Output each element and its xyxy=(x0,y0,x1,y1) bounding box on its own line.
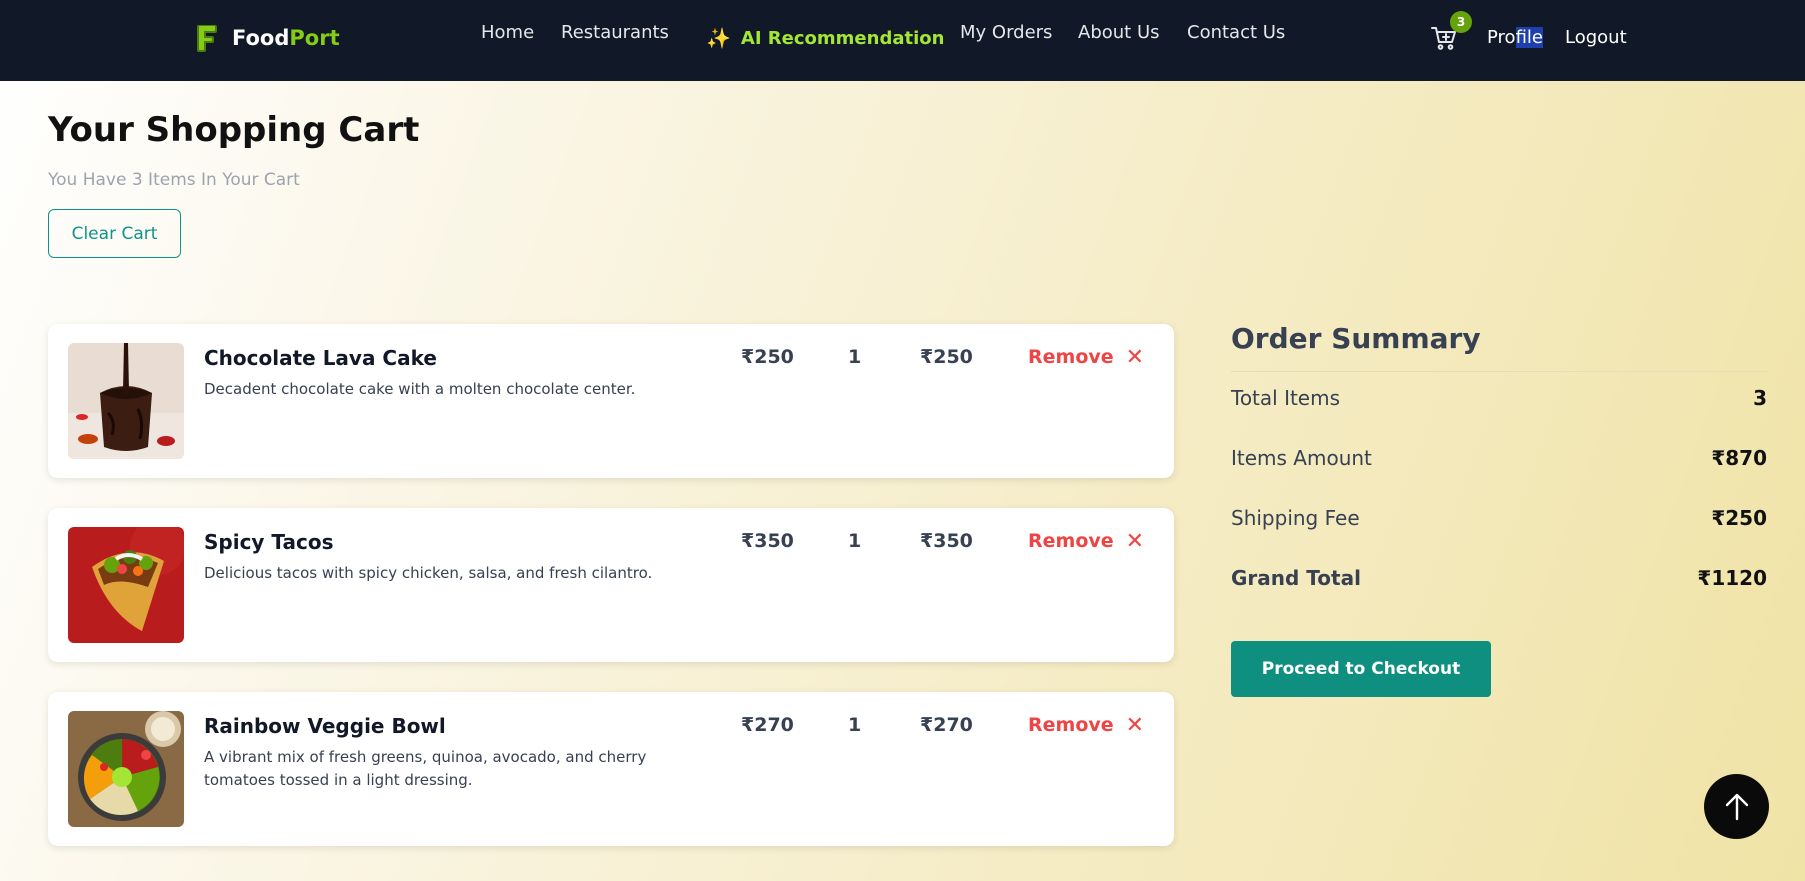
item-total-price: ₹270 xyxy=(920,714,973,736)
item-quantity: 1 xyxy=(848,346,862,368)
chocolate-lava-cake-image xyxy=(68,343,184,459)
nav-profile[interactable]: Profile xyxy=(1487,27,1543,48)
remove-item-button[interactable]: Remove ✕ xyxy=(1028,714,1144,736)
nav-ai-recommendation[interactable]: ✨ AI Recommendation xyxy=(706,26,944,50)
brand-logo[interactable]: FoodPort xyxy=(194,22,340,54)
order-summary-title: Order Summary xyxy=(1231,322,1767,372)
cart-item-count-text: You Have 3 Items In Your Cart xyxy=(48,170,300,190)
letter-f-logo-icon xyxy=(197,25,217,52)
summary-row-items-amount: Items Amount ₹870 xyxy=(1231,446,1767,470)
item-total-price: ₹350 xyxy=(920,530,973,552)
cart-count-badge: 3 xyxy=(1450,11,1472,33)
remove-item-button[interactable]: Remove ✕ xyxy=(1028,530,1144,552)
navbar: FoodPort Home Restaurants ✨ AI Recommend… xyxy=(0,0,1805,81)
nav-contact-us[interactable]: Contact Us xyxy=(1187,22,1285,43)
nav-ai-label: AI Recommendation xyxy=(740,27,945,49)
clear-cart-button[interactable]: Clear Cart xyxy=(48,209,181,258)
nav-home[interactable]: Home xyxy=(481,22,534,43)
item-name: Chocolate Lava Cake xyxy=(204,346,437,370)
summary-row-total-items: Total Items 3 xyxy=(1231,386,1767,410)
rainbow-veggie-bowl-image xyxy=(68,711,184,827)
nav-about-us[interactable]: About Us xyxy=(1078,22,1160,43)
item-quantity: 1 xyxy=(848,530,862,552)
arrow-up-icon xyxy=(1725,793,1748,820)
item-quantity: 1 xyxy=(848,714,862,736)
nav-logout[interactable]: Logout xyxy=(1565,27,1627,48)
summary-row-shipping-fee: Shipping Fee ₹250 xyxy=(1231,506,1767,530)
cart-item: Chocolate Lava Cake Decadent chocolate c… xyxy=(48,324,1174,478)
item-name: Rainbow Veggie Bowl xyxy=(204,714,446,738)
brand-name: FoodPort xyxy=(232,26,340,50)
page-title: Your Shopping Cart xyxy=(48,110,420,150)
item-description: Delicious tacos with spicy chicken, sals… xyxy=(204,564,653,582)
item-description: Decadent chocolate cake with a molten ch… xyxy=(204,380,636,398)
cart-item: Rainbow Veggie Bowl A vibrant mix of fre… xyxy=(48,692,1174,846)
cart-item-list: Chocolate Lava Cake Decadent chocolate c… xyxy=(48,324,1174,876)
order-summary: Order Summary Total Items 3 Items Amount… xyxy=(1231,322,1767,612)
close-icon: ✕ xyxy=(1125,528,1145,554)
close-icon: ✕ xyxy=(1125,344,1145,370)
scroll-to-top-button[interactable] xyxy=(1704,774,1769,839)
spicy-tacos-image xyxy=(68,527,184,643)
item-description: A vibrant mix of fresh greens, quinoa, a… xyxy=(204,748,647,789)
nav-my-orders[interactable]: My Orders xyxy=(960,22,1052,43)
nav-restaurants[interactable]: Restaurants xyxy=(561,22,669,43)
item-unit-price: ₹270 xyxy=(741,714,794,736)
item-unit-price: ₹350 xyxy=(741,530,794,552)
item-unit-price: ₹250 xyxy=(741,346,794,368)
cart-item: Spicy Tacos Delicious tacos with spicy c… xyxy=(48,508,1174,662)
item-name: Spicy Tacos xyxy=(204,530,334,554)
sparkles-icon: ✨ xyxy=(706,26,731,50)
remove-item-button[interactable]: Remove ✕ xyxy=(1028,346,1144,368)
item-total-price: ₹250 xyxy=(920,346,973,368)
proceed-to-checkout-button[interactable]: Proceed to Checkout xyxy=(1231,641,1491,697)
close-icon: ✕ xyxy=(1125,712,1145,738)
summary-row-grand-total: Grand Total ₹1120 xyxy=(1231,566,1767,590)
